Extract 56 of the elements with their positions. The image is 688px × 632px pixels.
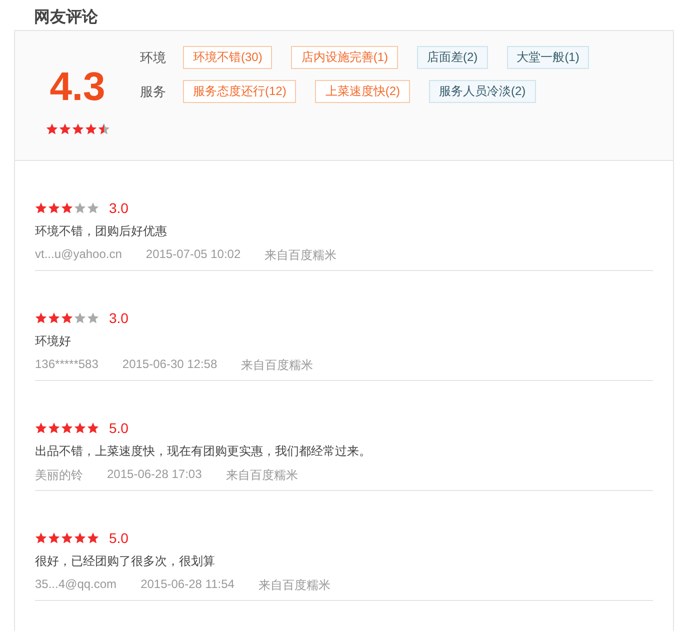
star-icon — [74, 532, 86, 544]
star-icon — [87, 312, 99, 324]
review-source: 来自百度糯米 — [264, 247, 337, 264]
star-icon — [72, 123, 84, 135]
star-icon — [35, 202, 47, 214]
star-icon — [98, 123, 110, 135]
star-icon — [87, 202, 99, 214]
star-icon — [46, 123, 58, 135]
review-time: 2015-07-05 10:02 — [146, 247, 241, 263]
category-label: 服务 — [140, 84, 167, 100]
star-icon — [35, 532, 47, 544]
review-time: 2015-06-28 11:54 — [140, 577, 234, 593]
star-icon — [58, 123, 70, 135]
reviewer-name: vt...u@yahoo.cn — [35, 247, 122, 263]
star-icon — [48, 202, 60, 214]
review-source: 来自百度糯米 — [241, 357, 314, 374]
tag[interactable]: 上菜速度快(2) — [315, 80, 410, 103]
star-icon — [87, 532, 99, 544]
review-source: 来自百度糯米 — [226, 467, 298, 484]
review-source: 来自百度糯米 — [258, 577, 330, 594]
reviewer-name: 美丽的铃 — [35, 467, 83, 484]
tag[interactable]: 环境不错(30) — [183, 46, 272, 69]
review-text: 环境好 — [35, 333, 72, 350]
star-icon — [35, 422, 47, 434]
reviewer-name: 35...4@qq.com — [35, 577, 117, 593]
star-icon — [61, 532, 73, 544]
tag[interactable]: 店内设施完善(1) — [291, 46, 398, 69]
review-time: 2015-06-30 12:58 — [122, 357, 218, 373]
review-score: 3.0 — [109, 200, 128, 216]
reviewer-name: 136*****583 — [35, 357, 98, 373]
review-text: 很好，已经团购了很多次，很划算 — [35, 553, 216, 570]
star-icon — [61, 422, 73, 434]
average-score: 4.3 — [50, 65, 106, 109]
tag[interactable]: 店面差(2) — [417, 46, 488, 69]
star-icon — [84, 123, 96, 135]
tag[interactable]: 服务人员冷淡(2) — [429, 80, 536, 103]
star-icon — [61, 312, 73, 324]
star-icon — [74, 312, 86, 324]
review-score: 5.0 — [109, 420, 128, 436]
tag[interactable]: 服务态度还行(12) — [183, 80, 296, 103]
review-score: 5.0 — [109, 530, 128, 546]
review-time: 2015-06-28 17:03 — [107, 467, 202, 483]
star-icon — [87, 422, 99, 434]
star-icon — [48, 532, 60, 544]
section-title: 网友评论 — [33, 6, 99, 28]
star-icon — [48, 422, 60, 434]
star-icon — [35, 312, 47, 324]
review-text: 环境不错，团购后好优惠 — [35, 223, 168, 240]
review-text: 出品不错，上菜速度快，现在有团购更实惠，我们都经常过来。 — [35, 443, 372, 460]
star-icon — [48, 312, 60, 324]
star-icon — [61, 202, 73, 214]
star-icon — [74, 202, 86, 214]
review-score: 3.0 — [109, 310, 128, 326]
star-icon — [74, 422, 86, 434]
tag[interactable]: 大堂一般(1) — [506, 46, 590, 69]
category-label: 环境 — [140, 50, 167, 66]
